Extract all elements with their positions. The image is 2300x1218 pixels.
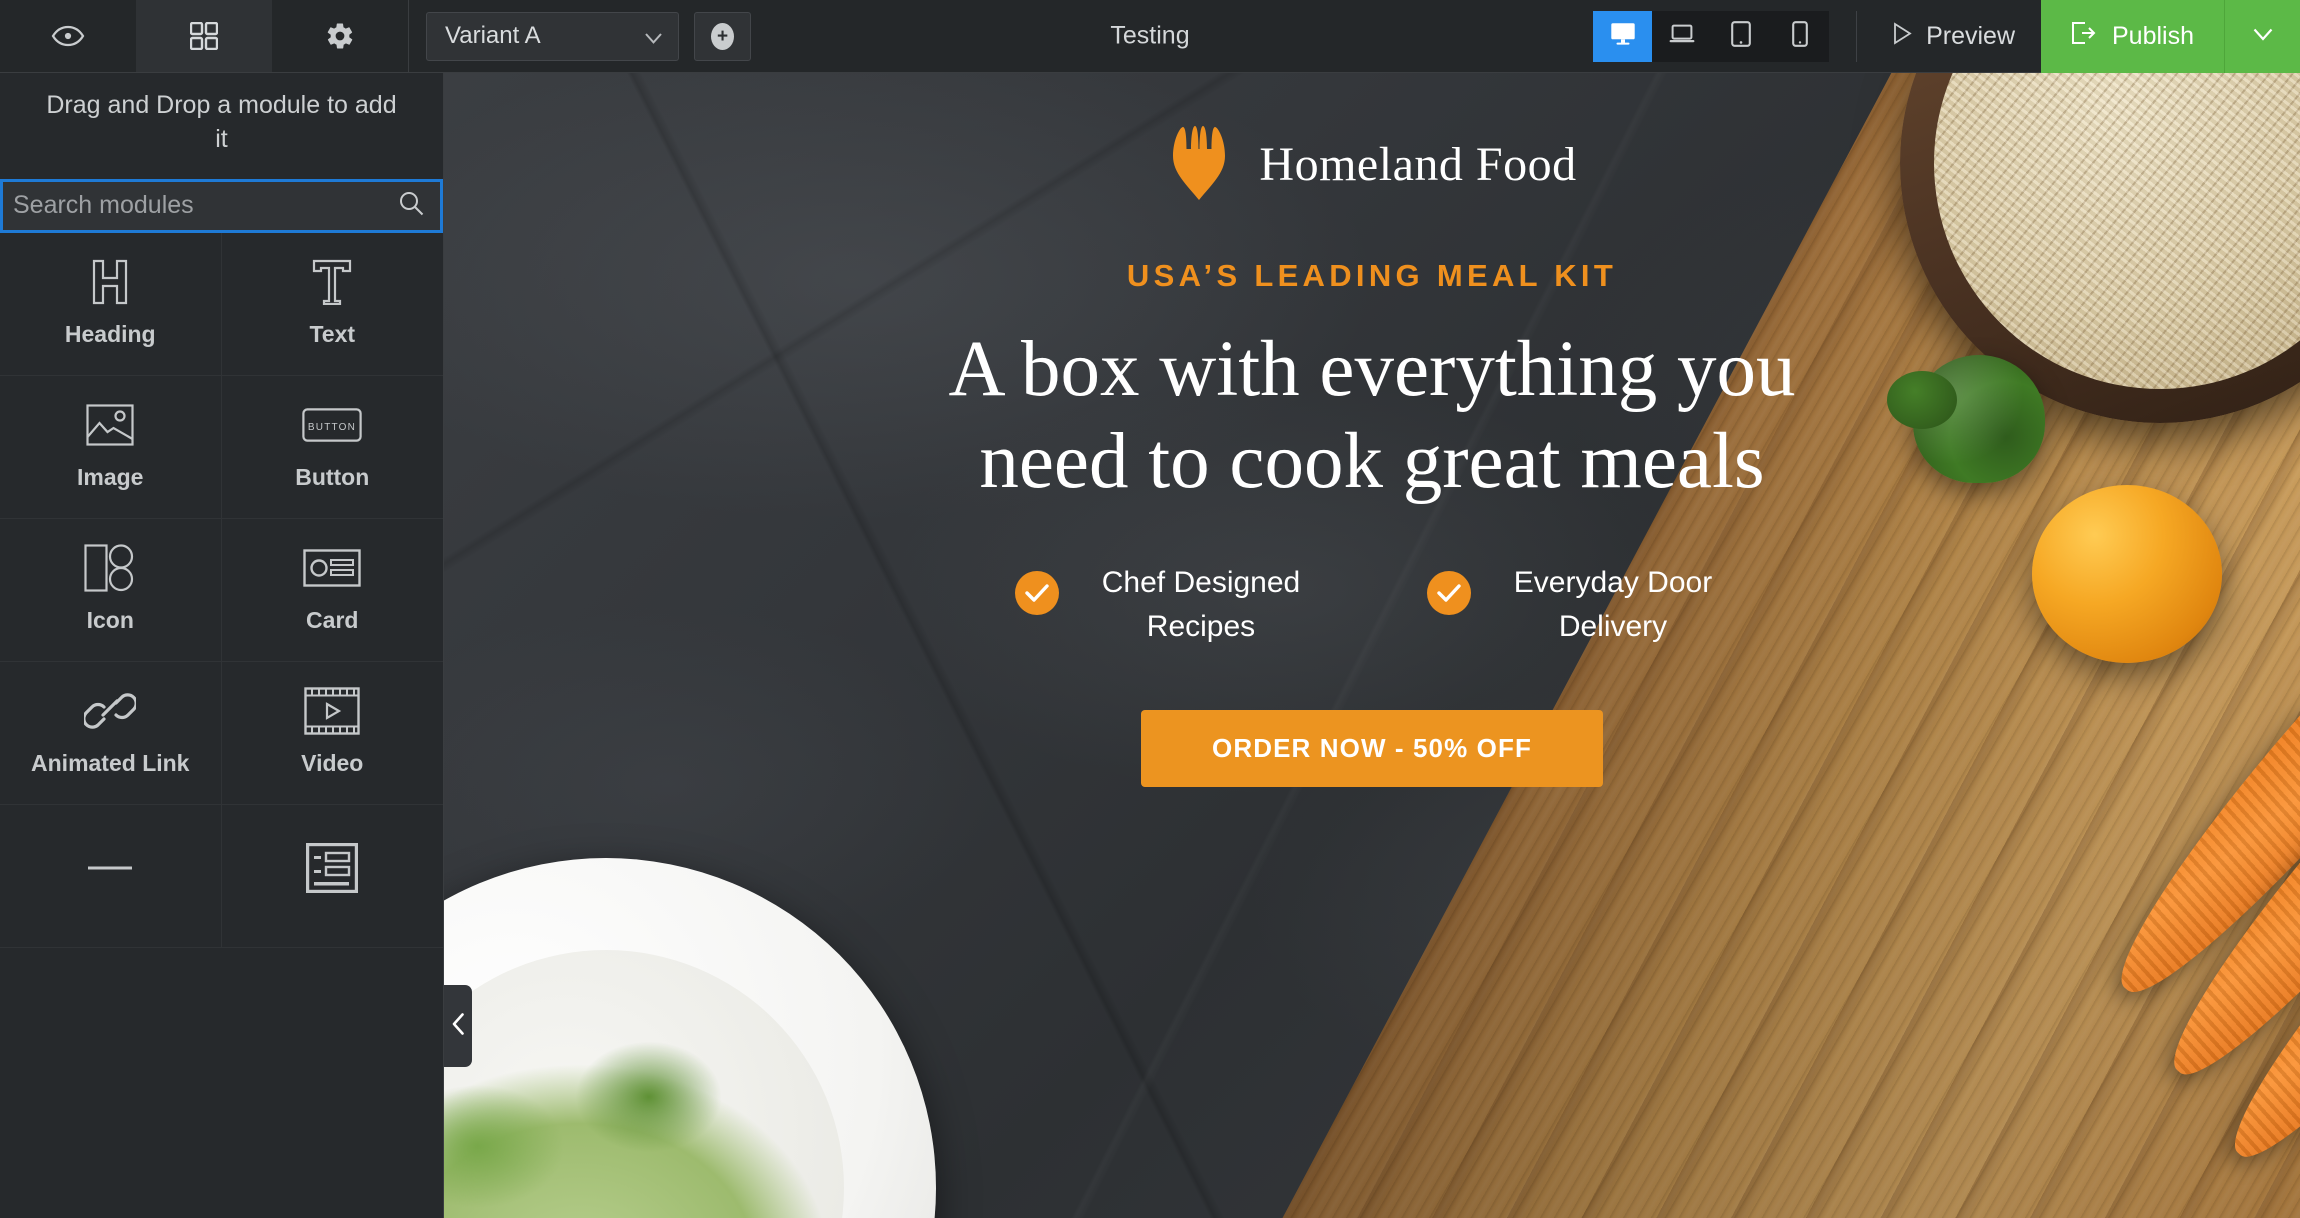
device-button-desktop[interactable] xyxy=(1593,11,1653,62)
device-preview-switcher xyxy=(1593,11,1830,62)
settings-button[interactable] xyxy=(272,0,408,72)
module-tile-video[interactable]: Video xyxy=(221,662,443,805)
button-icon: BUTTON xyxy=(302,402,362,448)
check-circle-icon xyxy=(1015,570,1059,615)
module-label: Text xyxy=(309,321,356,347)
module-label: Image xyxy=(77,464,144,490)
variant-select-value: Variant A xyxy=(445,22,541,49)
module-label: Icon xyxy=(86,607,134,633)
module-tile-text[interactable]: Text xyxy=(221,233,443,376)
hero-feature-label: Everyday Door Delivery xyxy=(1513,565,1713,644)
text-t-icon xyxy=(311,259,353,305)
chevron-down-icon xyxy=(645,31,662,44)
desktop-icon xyxy=(1610,22,1636,51)
gear-icon xyxy=(325,21,355,51)
fork-pin-logo-icon xyxy=(1167,123,1231,206)
heading-h-icon xyxy=(89,259,131,305)
toolbar-mode-group xyxy=(0,0,408,72)
module-tile-button[interactable]: BUTTON Button xyxy=(221,376,443,519)
link-chain-icon xyxy=(84,688,137,734)
plus-icon: + xyxy=(711,22,734,50)
preview-button[interactable]: Preview xyxy=(1867,0,2041,73)
tablet-icon xyxy=(1730,21,1751,52)
publish-dropdown-button[interactable] xyxy=(2224,0,2300,73)
hero-tagline: USA’S LEADING MEAL KIT xyxy=(1126,258,1618,293)
preview-mode-button[interactable] xyxy=(0,0,136,72)
device-button-laptop[interactable] xyxy=(1652,11,1711,62)
grid-icon xyxy=(190,22,218,50)
laptop-icon xyxy=(1669,22,1695,51)
eye-icon xyxy=(51,25,85,47)
module-label: Animated Link xyxy=(31,750,190,776)
variant-controls: Variant A + xyxy=(409,0,751,72)
play-triangle-icon xyxy=(1893,21,1913,52)
svg-text:BUTTON: BUTTON xyxy=(308,422,356,433)
module-label: Card xyxy=(306,607,359,633)
module-tile-divider[interactable] xyxy=(0,804,222,948)
hero-section: Homeland Food USA’S LEADING MEAL KIT A b… xyxy=(444,73,2300,1218)
image-icon xyxy=(86,402,134,448)
hero-feature-list: Chef Designed Recipes Everyday Door Deli… xyxy=(1015,561,1729,650)
module-tile-card[interactable]: Card xyxy=(221,519,443,662)
module-tile-image[interactable]: Image xyxy=(0,375,222,519)
mobile-icon xyxy=(1791,21,1808,52)
page-title: Testing xyxy=(1110,21,1190,50)
order-now-cta-button[interactable]: ORDER NOW - 50% OFF xyxy=(1141,709,1603,787)
publish-button[interactable]: Publish xyxy=(2041,0,2224,73)
publish-label: Publish xyxy=(2112,22,2194,50)
module-label: Heading xyxy=(64,321,156,347)
add-variant-button[interactable]: + xyxy=(694,11,751,61)
modules-sidebar: Drag and Drop a module to add it Heading xyxy=(0,73,444,1218)
hero-feature-label: Chef Designed Recipes xyxy=(1101,565,1301,644)
module-label: Button xyxy=(295,464,370,490)
hero-feature-item: Chef Designed Recipes xyxy=(1015,561,1317,650)
module-tile-form[interactable] xyxy=(221,805,443,948)
search-input[interactable] xyxy=(13,191,398,220)
sidebar-hint: Drag and Drop a module to add it xyxy=(46,91,397,153)
module-tile-icon[interactable]: Icon xyxy=(0,518,222,662)
module-tile-heading[interactable]: Heading xyxy=(0,232,222,376)
modules-panel-button[interactable] xyxy=(136,0,272,72)
publish-export-icon xyxy=(2071,21,2097,52)
toolbar-right-divider xyxy=(1856,11,1858,62)
preview-label: Preview xyxy=(1926,22,2015,50)
brand-name: Homeland Food xyxy=(1259,138,1577,191)
variant-select[interactable]: Variant A xyxy=(426,11,679,61)
module-label: Video xyxy=(301,750,364,776)
divider-line-icon xyxy=(88,845,133,891)
video-film-icon xyxy=(304,687,360,735)
brand-header: Homeland Food xyxy=(1167,123,1576,206)
device-button-tablet[interactable] xyxy=(1711,11,1770,62)
check-circle-icon xyxy=(1427,570,1471,615)
chevron-down-icon xyxy=(2253,28,2273,46)
chevron-left-icon xyxy=(452,1012,465,1040)
hero-feature-item: Everyday Door Delivery xyxy=(1427,561,1729,650)
form-icon xyxy=(306,842,359,893)
module-tile-animated-link[interactable]: Animated Link xyxy=(0,661,222,805)
device-button-mobile[interactable] xyxy=(1770,11,1829,62)
card-icon xyxy=(303,545,361,591)
modules-grid: Heading Text Image BUTTON Button Icon Ca… xyxy=(0,232,443,948)
icon-shapes-icon xyxy=(84,544,136,592)
sidebar-collapse-handle[interactable] xyxy=(444,985,472,1067)
toolbar-right-group: Preview Publish xyxy=(1593,0,2300,73)
search-icon[interactable] xyxy=(398,190,424,221)
hero-headline: A box with everything you need to cook g… xyxy=(948,326,1796,506)
top-toolbar: Variant A + Testing Preview Publish xyxy=(0,0,2300,73)
search-modules-row[interactable] xyxy=(0,178,443,233)
page-canvas: Homeland Food USA’S LEADING MEAL KIT A b… xyxy=(444,73,2300,1218)
